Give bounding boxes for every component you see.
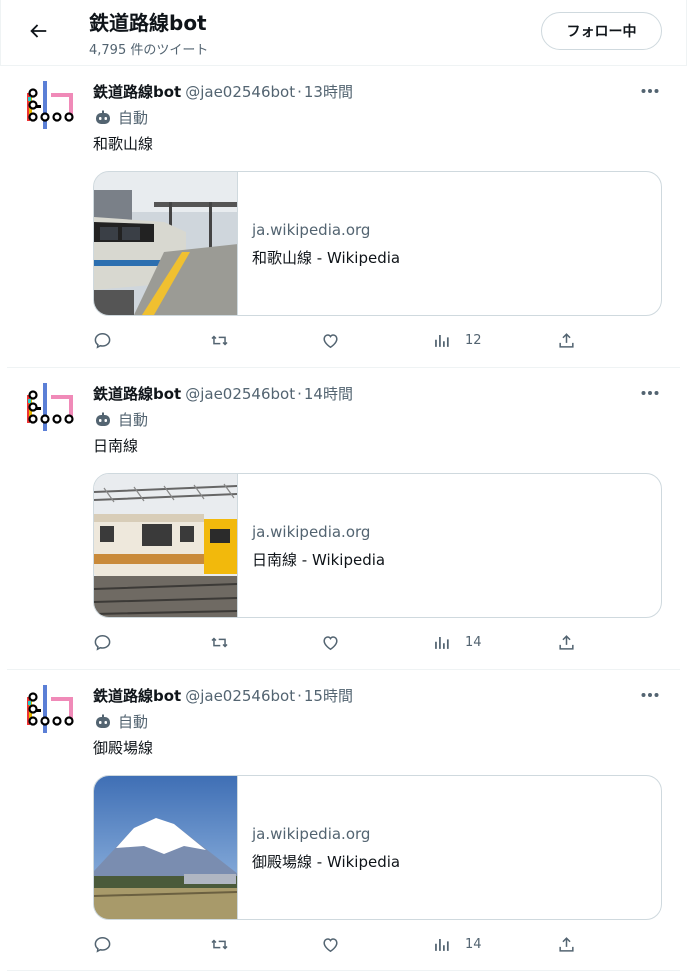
timestamp[interactable]: 13時間 — [304, 83, 353, 101]
heart-icon — [323, 937, 338, 952]
bot-icon — [93, 410, 113, 430]
link-card[interactable]: ja.wikipedia.org 日南線 - Wikipedia — [93, 473, 662, 618]
tweet-actions: 12 — [93, 327, 576, 353]
back-button[interactable] — [21, 14, 55, 48]
bot-icon — [93, 108, 113, 128]
tweet-actions: 14 — [93, 629, 576, 655]
automated-label: 自動 — [93, 107, 148, 128]
views-button[interactable]: 12 — [432, 327, 482, 353]
card-image — [94, 776, 238, 919]
tweet-header: 鉄道路線bot @jae02546bot · 15時間 — [93, 685, 353, 706]
tweet-actions: 14 — [93, 931, 576, 957]
bar-chart-icon — [435, 938, 449, 951]
avatar[interactable] — [25, 381, 77, 433]
reply-button[interactable] — [93, 629, 112, 655]
timestamp[interactable]: 14時間 — [304, 385, 353, 403]
card-domain: ja.wikipedia.org — [252, 221, 371, 239]
card-title: 御殿場線 - Wikipedia — [252, 853, 401, 871]
handle[interactable]: @jae02546bot — [185, 385, 295, 403]
reply-icon — [94, 634, 111, 651]
more-dots-icon — [641, 391, 659, 395]
like-button[interactable] — [321, 327, 340, 353]
share-button[interactable] — [557, 931, 576, 957]
card-domain: ja.wikipedia.org — [252, 523, 371, 541]
retweet-button[interactable] — [210, 629, 229, 655]
share-button[interactable] — [557, 327, 576, 353]
bar-chart-icon — [435, 334, 449, 347]
separator: · — [297, 83, 302, 101]
more-button[interactable] — [638, 383, 662, 403]
display-name[interactable]: 鉄道路線bot — [93, 385, 181, 403]
timestamp[interactable]: 15時間 — [304, 687, 353, 705]
arrow-left-icon — [30, 24, 47, 38]
tweet[interactable]: 鉄道路線bot @jae02546bot · 14時間 自動 日南線 ja.wi… — [7, 369, 680, 670]
display-name[interactable]: 鉄道路線bot — [93, 687, 181, 705]
view-count: 12 — [465, 332, 482, 348]
automated-text: 自動 — [118, 713, 149, 731]
more-button[interactable] — [638, 685, 662, 705]
retweet-icon — [211, 938, 228, 950]
heart-icon — [323, 635, 338, 650]
page-title: 鉄道路線bot — [89, 11, 207, 35]
tweet-text: 日南線 — [93, 437, 139, 455]
share-icon — [559, 634, 574, 650]
automated-text: 自動 — [118, 109, 149, 127]
tweet-text: 御殿場線 — [93, 739, 154, 757]
card-title: 和歌山線 - Wikipedia — [252, 249, 401, 267]
display-name[interactable]: 鉄道路線bot — [93, 83, 181, 101]
avatar[interactable] — [25, 683, 77, 735]
separator: · — [297, 687, 302, 705]
heart-icon — [323, 333, 338, 348]
more-dots-icon — [641, 89, 659, 93]
like-button[interactable] — [321, 629, 340, 655]
retweet-icon — [211, 334, 228, 346]
tweet-text: 和歌山線 — [93, 135, 154, 153]
card-image — [94, 474, 238, 617]
tweet-header: 鉄道路線bot @jae02546bot · 13時間 — [93, 81, 353, 102]
card-domain: ja.wikipedia.org — [252, 825, 371, 843]
handle[interactable]: @jae02546bot — [185, 687, 295, 705]
separator: · — [297, 385, 302, 403]
views-button[interactable]: 14 — [432, 931, 482, 957]
like-button[interactable] — [321, 931, 340, 957]
more-dots-icon — [641, 693, 659, 697]
retweet-icon — [211, 636, 228, 648]
reply-icon — [94, 936, 111, 953]
more-button[interactable] — [638, 81, 662, 101]
avatar[interactable] — [25, 79, 77, 131]
tweet[interactable]: 鉄道路線bot @jae02546bot · 15時間 自動 御殿場線 ja.wiki… — [7, 671, 680, 971]
card-title: 日南線 - Wikipedia — [252, 551, 386, 569]
view-count: 14 — [465, 634, 482, 650]
automated-label: 自動 — [93, 711, 148, 732]
share-icon — [559, 332, 574, 348]
view-count: 14 — [465, 936, 482, 952]
retweet-button[interactable] — [210, 931, 229, 957]
card-image — [94, 172, 238, 315]
tweet[interactable]: 鉄道路線bot @jae02546bot · 13時間 自動 和歌山線 ja.w… — [7, 67, 680, 368]
link-card[interactable]: ja.wikipedia.org 和歌山線 - Wikipedia — [93, 171, 662, 316]
profile-header: 鉄道路線bot 4,795 件のツイート フォロー中 — [0, 0, 687, 66]
link-card[interactable]: ja.wikipedia.org 御殿場線 - Wikipedia — [93, 775, 662, 920]
automated-text: 自動 — [118, 411, 149, 429]
following-button[interactable]: フォロー中 — [541, 12, 662, 50]
reply-icon — [94, 332, 111, 349]
reply-button[interactable] — [93, 327, 112, 353]
tweet-header: 鉄道路線bot @jae02546bot · 14時間 — [93, 383, 353, 404]
reply-button[interactable] — [93, 931, 112, 957]
bot-icon — [93, 712, 113, 732]
retweet-button[interactable] — [210, 327, 229, 353]
share-icon — [559, 936, 574, 952]
tweet-count: 4,795 件のツイート — [89, 43, 209, 58]
automated-label: 自動 — [93, 409, 148, 430]
share-button[interactable] — [557, 629, 576, 655]
views-button[interactable]: 14 — [432, 629, 482, 655]
handle[interactable]: @jae02546bot — [185, 83, 295, 101]
bar-chart-icon — [435, 636, 449, 649]
